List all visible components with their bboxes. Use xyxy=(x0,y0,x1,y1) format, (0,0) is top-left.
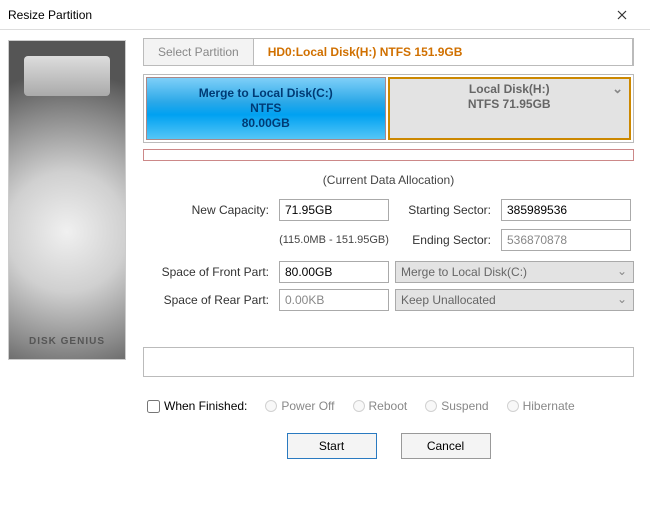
titlebar: Resize Partition xyxy=(0,0,650,30)
front-part-label: Space of Front Part: xyxy=(143,265,273,279)
radio-reboot[interactable]: Reboot xyxy=(353,399,408,413)
ending-sector-input xyxy=(501,229,631,251)
when-finished-input[interactable] xyxy=(147,400,160,413)
rear-part-label: Space of Rear Part: xyxy=(143,293,273,307)
starting-sector-input[interactable] xyxy=(501,199,631,221)
start-button[interactable]: Start xyxy=(287,433,377,459)
cancel-button[interactable]: Cancel xyxy=(401,433,491,459)
partition-size: NTFS 71.95GB xyxy=(395,97,625,112)
capacity-range: (115.0MB - 151.95GB) xyxy=(279,234,389,246)
finish-options: When Finished: Power Off Reboot Suspend … xyxy=(143,399,634,413)
starting-sector-label: Starting Sector: xyxy=(395,203,495,217)
content: Select Partition HD0:Local Disk(H:) NTFS… xyxy=(0,30,650,515)
resize-slider[interactable] xyxy=(143,149,634,161)
form-rear: Space of Rear Part: Keep Unallocated xyxy=(143,289,634,311)
radio-poweroff[interactable]: Power Off xyxy=(265,399,334,413)
radio-suspend[interactable]: Suspend xyxy=(425,399,488,413)
form-capacity: New Capacity: Starting Sector: (115.0MB … xyxy=(143,199,634,251)
form-front: Space of Front Part: Merge to Local Disk… xyxy=(143,261,634,283)
partition-label: Merge to Local Disk(C:) xyxy=(151,86,381,101)
when-finished-checkbox[interactable]: When Finished: xyxy=(147,399,247,413)
tab-bar: Select Partition HD0:Local Disk(H:) NTFS… xyxy=(143,38,634,66)
tab-active-disk[interactable]: HD0:Local Disk(H:) NTFS 151.9GB xyxy=(254,39,633,65)
new-capacity-input[interactable] xyxy=(279,199,389,221)
partition-merge-c[interactable]: Merge to Local Disk(C:) NTFS 80.00GB xyxy=(146,77,386,140)
front-part-input[interactable] xyxy=(279,261,389,283)
disk-image xyxy=(8,40,126,360)
partition-fs: NTFS xyxy=(151,101,381,116)
tab-select-partition[interactable]: Select Partition xyxy=(144,39,254,65)
allocation-label: (Current Data Allocation) xyxy=(143,173,634,187)
when-finished-label: When Finished: xyxy=(164,399,247,413)
close-icon xyxy=(617,10,627,20)
ending-sector-label: Ending Sector: xyxy=(395,233,495,247)
partition-local-h[interactable]: Local Disk(H:) NTFS 71.95GB xyxy=(388,77,632,140)
close-button[interactable] xyxy=(602,1,642,29)
left-panel xyxy=(0,30,135,515)
rear-part-input xyxy=(279,289,389,311)
partition-size: 80.00GB xyxy=(151,116,381,131)
button-row: Start Cancel xyxy=(143,433,634,459)
progress-slot xyxy=(143,347,634,377)
window-title: Resize Partition xyxy=(8,8,92,22)
front-part-select[interactable]: Merge to Local Disk(C:) xyxy=(395,261,634,283)
partition-label: Local Disk(H:) xyxy=(395,82,625,97)
partition-visual: Merge to Local Disk(C:) NTFS 80.00GB Loc… xyxy=(143,74,634,143)
rear-part-select[interactable]: Keep Unallocated xyxy=(395,289,634,311)
radio-hibernate[interactable]: Hibernate xyxy=(507,399,575,413)
new-capacity-label: New Capacity: xyxy=(143,203,273,217)
right-panel: Select Partition HD0:Local Disk(H:) NTFS… xyxy=(135,30,650,515)
